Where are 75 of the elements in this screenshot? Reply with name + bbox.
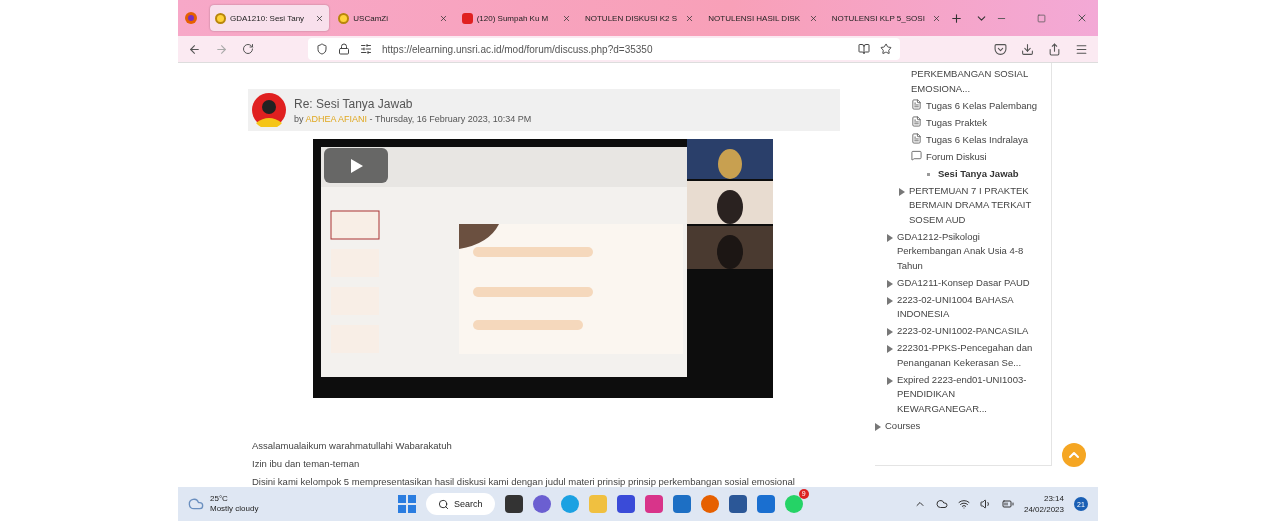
- menu-icon[interactable]: [1075, 42, 1088, 56]
- sidebar-item[interactable]: 2223-02-UNI1004 BAHASA INDONESIA: [897, 292, 1039, 322]
- close-icon[interactable]: [562, 13, 571, 23]
- sidebar-item[interactable]: Courses: [885, 418, 1039, 433]
- close-icon[interactable]: [315, 13, 325, 23]
- sidebar-item[interactable]: Expired 2223-end01-UNI1003-PENDIDIKAN KEWARGANEGAR...: [897, 372, 1039, 416]
- download-icon[interactable]: [1021, 42, 1034, 56]
- search-icon: [438, 498, 449, 510]
- sidebar-item[interactable]: GDA1212-Psikologi Perkembangan Anak Usia 4-8 Tahun: [897, 229, 1039, 273]
- browser-logo-icon[interactable]: [184, 11, 198, 25]
- wifi-icon[interactable]: [957, 498, 970, 510]
- sidebar-item[interactable]: Forum Diskusi: [926, 149, 1039, 164]
- sidebar-item[interactable]: Tugas Praktek: [926, 115, 1039, 130]
- close-icon[interactable]: [685, 13, 695, 23]
- expand-arrow-icon[interactable]: [887, 233, 893, 242]
- sidebar-item[interactable]: 2223-02-UNI1002-PANCASILA: [897, 324, 1039, 339]
- volume-icon[interactable]: [979, 498, 992, 510]
- file-icon: [911, 115, 922, 127]
- lock-icon: [338, 43, 350, 55]
- battery-icon[interactable]: [1001, 498, 1014, 510]
- paragraph: Disini kami kelompok 5 mempresentasikan hasil diskusi kami dengan judul materi prinsip prinsip perkembangan sosial emosional: [252, 476, 796, 487]
- weather-icon: [188, 496, 204, 512]
- browser-tab[interactable]: NOTULENSI HASIL DISK: [703, 5, 823, 31]
- browser-tab[interactable]: USCamZi: [333, 5, 453, 31]
- expand-arrow-icon[interactable]: [875, 422, 881, 431]
- close-icon[interactable]: [438, 13, 448, 23]
- pocket-icon[interactable]: [994, 42, 1007, 56]
- sidebar-item: PERKEMBANGAN SOSIAL EMOSIONA...: [911, 67, 1029, 96]
- browser-tab[interactable]: NOTULENSI KLP 5_SOSI: [826, 5, 946, 31]
- play-button[interactable]: [324, 148, 388, 183]
- close-icon[interactable]: [808, 13, 818, 23]
- video-site-icon: [461, 12, 473, 24]
- play-icon: [348, 157, 364, 174]
- sidebar-item[interactable]: 222301-PPKS-Pencegahan dan Penanganan Kekerasan Se...: [897, 341, 1039, 370]
- sidebar-item[interactable]: Sesi Tanya Jawab: [938, 166, 1039, 181]
- share-icon[interactable]: [1048, 42, 1061, 56]
- weather-text: Mostly cloudy: [210, 504, 259, 514]
- post-title: Re: Sesi Tanya Jawab: [294, 96, 414, 111]
- sidebar-item[interactable]: Tugas 6 Kelas Palembang: [926, 98, 1039, 113]
- site-icon: [338, 12, 350, 24]
- browser-tab[interactable]: (120) Sumpah Ku M: [456, 5, 576, 31]
- avatar: [252, 93, 286, 127]
- new-tab-icon[interactable]: [949, 11, 963, 25]
- browser-tab[interactable]: GDA1210: Sesi Tany: [210, 5, 330, 31]
- expand-arrow-icon[interactable]: [887, 345, 893, 353]
- clock-time[interactable]: 23:14: [1023, 493, 1064, 504]
- sidebar-item[interactable]: Tugas 6 Kelas Indralaya: [926, 132, 1039, 147]
- forum-icon: [911, 149, 922, 161]
- site-icon: [215, 12, 226, 24]
- cloud-icon[interactable]: [935, 498, 948, 510]
- shield-icon: [316, 43, 328, 55]
- start-icon[interactable]: [398, 495, 416, 513]
- browser-tab[interactable]: NOTULEN DISKUSI K2 S: [580, 5, 700, 31]
- temperature: 25°C: [210, 494, 229, 504]
- sidebar-item[interactable]: GDA1211-Konsep Dasar PAUD: [897, 275, 1039, 290]
- bullet-icon: [927, 172, 930, 176]
- file-icon: [911, 98, 922, 110]
- close-icon[interactable]: [931, 13, 941, 23]
- address-bar[interactable]: https://elearning.unsri.ac.id/mod/forum/discuss.php?d=35350: [308, 38, 900, 60]
- paragraph: Izin ibu dan teman-teman: [252, 458, 361, 469]
- file-icon: [911, 132, 922, 144]
- star-icon[interactable]: [880, 43, 892, 55]
- reader-view-icon[interactable]: [858, 43, 870, 55]
- post-meta: by ADHEA AFIANI - Thursday, 16 February 2023, 10:34 PM: [294, 113, 532, 124]
- permissions-icon[interactable]: [360, 43, 372, 55]
- sidebar-item[interactable]: PERTEMUAN 7 I PRAKTEK BERMAIN DRAMA TERKAIT SOSEM AUD: [909, 183, 1039, 227]
- search-label: Search: [454, 499, 483, 509]
- paragraph: Assalamualaikum warahmatullahi Wabarakatuh: [252, 440, 453, 451]
- expand-arrow-icon[interactable]: [887, 328, 893, 336]
- expand-arrow-icon[interactable]: [899, 187, 905, 196]
- reload-icon[interactable]: [242, 43, 254, 55]
- search-field[interactable]: Search: [426, 493, 495, 515]
- expand-arrow-icon[interactable]: [887, 376, 893, 385]
- back-icon[interactable]: [188, 42, 201, 56]
- clock-date[interactable]: 24/02/2023: [1023, 504, 1064, 515]
